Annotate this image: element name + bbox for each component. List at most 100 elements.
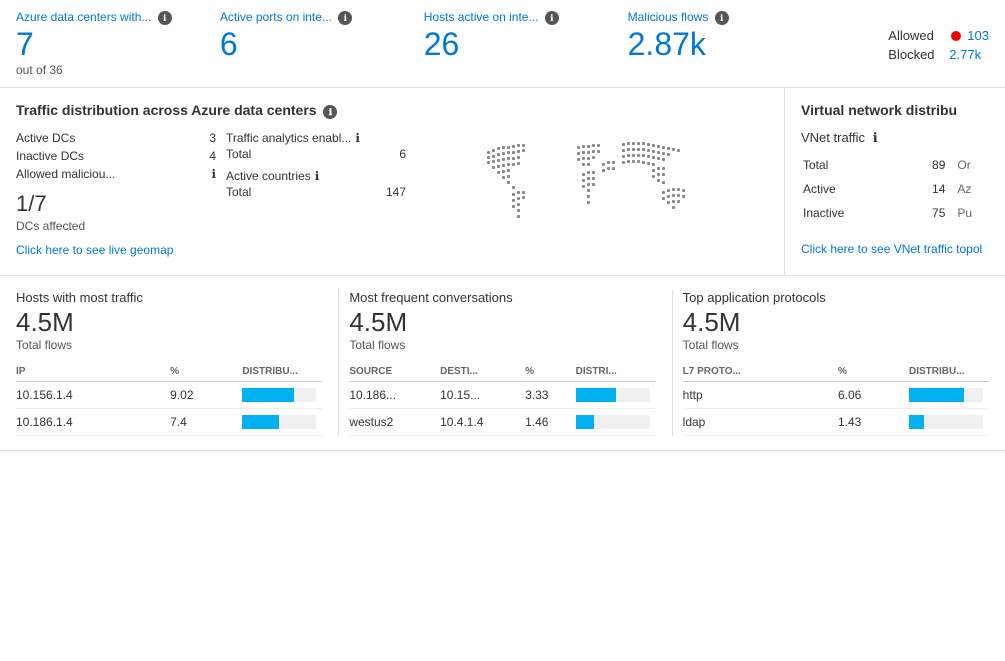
azure-dc-title[interactable]: Azure data centers with... ℹ bbox=[16, 10, 200, 25]
active-ports-value: 6 bbox=[220, 25, 404, 63]
hosts-traffic-total-flows: Total flows bbox=[16, 338, 322, 352]
protocols-big-number: 4.5M bbox=[683, 307, 989, 338]
conv-table-row: 10.186... 10.15... 3.33 bbox=[349, 381, 655, 408]
traffic-panel-info-icon[interactable]: ℹ bbox=[323, 105, 337, 119]
conv-pct-header: % bbox=[525, 362, 576, 382]
active-countries-label: Active countries ℹ bbox=[226, 169, 406, 183]
hosts-traffic-panel: Hosts with most traffic 4.5M Total flows… bbox=[16, 290, 339, 436]
conv-bar-fill bbox=[576, 388, 617, 402]
allowed-malicious-info-icon[interactable]: ℹ bbox=[211, 167, 216, 181]
proto-pct-cell: 1.43 bbox=[838, 408, 909, 435]
bottom-panels: Hosts with most traffic 4.5M Total flows… bbox=[0, 276, 1005, 451]
vnet-total-val: 89 bbox=[908, 154, 955, 176]
traffic-left-stats: Active DCs 3 Inactive DCs 4 Allowed mali… bbox=[16, 131, 216, 261]
active-countries-label-text: Active countries bbox=[226, 169, 311, 183]
proto-name-cell: ldap bbox=[683, 408, 838, 435]
hosts-pct-header: % bbox=[170, 362, 242, 382]
proto-table-row: ldap 1.43 bbox=[683, 408, 989, 435]
inactive-dcs-value: 4 bbox=[209, 149, 216, 163]
traffic-panel-title: Traffic distribution across Azure data c… bbox=[16, 102, 768, 118]
vnet-topol-link[interactable]: Click here to see VNet traffic topol bbox=[801, 242, 982, 256]
traffic-panel-title-text: Traffic distribution across Azure data c… bbox=[16, 102, 317, 118]
geomap-link[interactable]: Click here to see live geomap bbox=[16, 243, 173, 257]
proto-bar-fill bbox=[909, 388, 965, 402]
analytics-label: Traffic analytics enabl... ℹ bbox=[226, 131, 406, 145]
traffic-distribution-panel: Traffic distribution across Azure data c… bbox=[0, 88, 785, 274]
conv-table-row: westus2 10.4.1.4 1.46 bbox=[349, 408, 655, 435]
world-map-area bbox=[416, 131, 768, 261]
hosts-active-title-text: Hosts active on inte... bbox=[424, 10, 539, 24]
conv-bar-cell bbox=[576, 408, 656, 435]
total-countries-row: Total 147 bbox=[226, 185, 406, 199]
analytics-total-row: Total 6 bbox=[226, 147, 406, 161]
allowed-malicious-row: Allowed maliciou... ℹ bbox=[16, 167, 216, 181]
conv-bar-fill bbox=[576, 415, 595, 429]
conversations-big-number: 4.5M bbox=[349, 307, 655, 338]
vnet-total-label: Total bbox=[803, 154, 906, 176]
hosts-traffic-header-row: IP % DISTRIBU... bbox=[16, 362, 322, 382]
hosts-traffic-table: IP % DISTRIBU... 10.156.1.4 9.02 10.186.… bbox=[16, 362, 322, 436]
hosts-traffic-big-number: 4.5M bbox=[16, 307, 322, 338]
main-panels: Traffic distribution across Azure data c… bbox=[0, 88, 1005, 275]
conv-dest-cell: 10.15... bbox=[440, 381, 525, 408]
blocked-row: Blocked 2.77k bbox=[888, 47, 989, 62]
active-dcs-row: Active DCs 3 bbox=[16, 131, 216, 145]
conversations-title: Most frequent conversations bbox=[349, 290, 655, 305]
allowed-blocked-section: Allowed 103 Blocked 2.77k bbox=[888, 10, 989, 66]
malicious-flows-title[interactable]: Malicious flows ℹ bbox=[628, 10, 849, 25]
protocols-total-flows: Total flows bbox=[683, 338, 989, 352]
azure-dc-sub: out of 36 bbox=[16, 63, 200, 77]
vnet-table: Total 89 Or Active 14 Az Inactive 75 Pu bbox=[801, 152, 989, 226]
proto-bar-fill bbox=[909, 415, 924, 429]
allowed-row: Allowed 103 bbox=[888, 28, 989, 43]
vnet-distribution-panel: Virtual network distribu VNet traffic ℹ … bbox=[785, 88, 1005, 274]
conv-bar-bg bbox=[576, 415, 650, 429]
vnet-row-active: Active 14 Az bbox=[803, 178, 987, 200]
allowed-label: Allowed bbox=[888, 28, 943, 43]
active-countries-info-icon[interactable]: ℹ bbox=[315, 169, 320, 183]
active-dcs-label: Active DCs bbox=[16, 131, 75, 145]
active-ports-title[interactable]: Active ports on inte... ℹ bbox=[220, 10, 404, 25]
conv-distrib-header: DISTRI... bbox=[576, 362, 656, 382]
malicious-flows-info-icon[interactable]: ℹ bbox=[715, 11, 729, 25]
proto-table-row: http 6.06 bbox=[683, 381, 989, 408]
vnet-active-col2: Az bbox=[957, 178, 987, 200]
azure-dc-info-icon[interactable]: ℹ bbox=[158, 11, 172, 25]
analytics-total-value: 6 bbox=[399, 147, 406, 161]
malicious-flows-value: 2.87k bbox=[628, 25, 849, 63]
protocols-panel: Top application protocols 4.5M Total flo… bbox=[683, 290, 989, 436]
vnet-header-text: VNet traffic bbox=[801, 130, 865, 145]
vnet-info-icon[interactable]: ℹ bbox=[873, 130, 878, 145]
analytics-info-icon[interactable]: ℹ bbox=[355, 131, 360, 145]
protocols-title: Top application protocols bbox=[683, 290, 989, 305]
proto-name-cell: http bbox=[683, 381, 838, 408]
conv-dest-cell: 10.4.1.4 bbox=[440, 408, 525, 435]
inactive-dcs-row: Inactive DCs 4 bbox=[16, 149, 216, 163]
conversations-header-row: SOURCE DESTI... % DISTRI... bbox=[349, 362, 655, 382]
traffic-middle-stats: Traffic analytics enabl... ℹ Total 6 Act… bbox=[226, 131, 406, 261]
vnet-inactive-col2: Pu bbox=[957, 202, 987, 224]
conversations-total-flows: Total flows bbox=[349, 338, 655, 352]
conv-source-header: SOURCE bbox=[349, 362, 440, 382]
active-ports-metric: Active ports on inte... ℹ 6 bbox=[220, 10, 424, 63]
conv-source-cell: westus2 bbox=[349, 408, 440, 435]
hosts-bar-fill bbox=[242, 415, 279, 429]
azure-dc-metric: Azure data centers with... ℹ 7 out of 36 bbox=[16, 10, 220, 77]
vnet-inactive-val: 75 bbox=[908, 202, 955, 224]
hosts-bar-cell bbox=[242, 408, 322, 435]
hosts-bar-bg bbox=[242, 415, 316, 429]
malicious-flows-title-text: Malicious flows bbox=[628, 10, 709, 24]
active-countries-section: Active countries ℹ Total 147 bbox=[226, 169, 406, 199]
inactive-dcs-label: Inactive DCs bbox=[16, 149, 84, 163]
azure-dc-value: 7 bbox=[16, 25, 200, 63]
hosts-bar-bg bbox=[242, 388, 316, 402]
hosts-ip-cell: 10.186.1.4 bbox=[16, 408, 170, 435]
active-ports-info-icon[interactable]: ℹ bbox=[338, 11, 352, 25]
total-countries-label: Total bbox=[226, 185, 251, 199]
hosts-distrib-header: DISTRIBU... bbox=[242, 362, 322, 382]
hosts-active-info-icon[interactable]: ℹ bbox=[545, 11, 559, 25]
hosts-active-title[interactable]: Hosts active on inte... ℹ bbox=[424, 10, 608, 25]
conversations-table: SOURCE DESTI... % DISTRI... 10.186... 10… bbox=[349, 362, 655, 436]
blocked-value: 2.77k bbox=[949, 47, 981, 62]
malicious-flows-metric: Malicious flows ℹ 2.87k bbox=[628, 10, 869, 63]
